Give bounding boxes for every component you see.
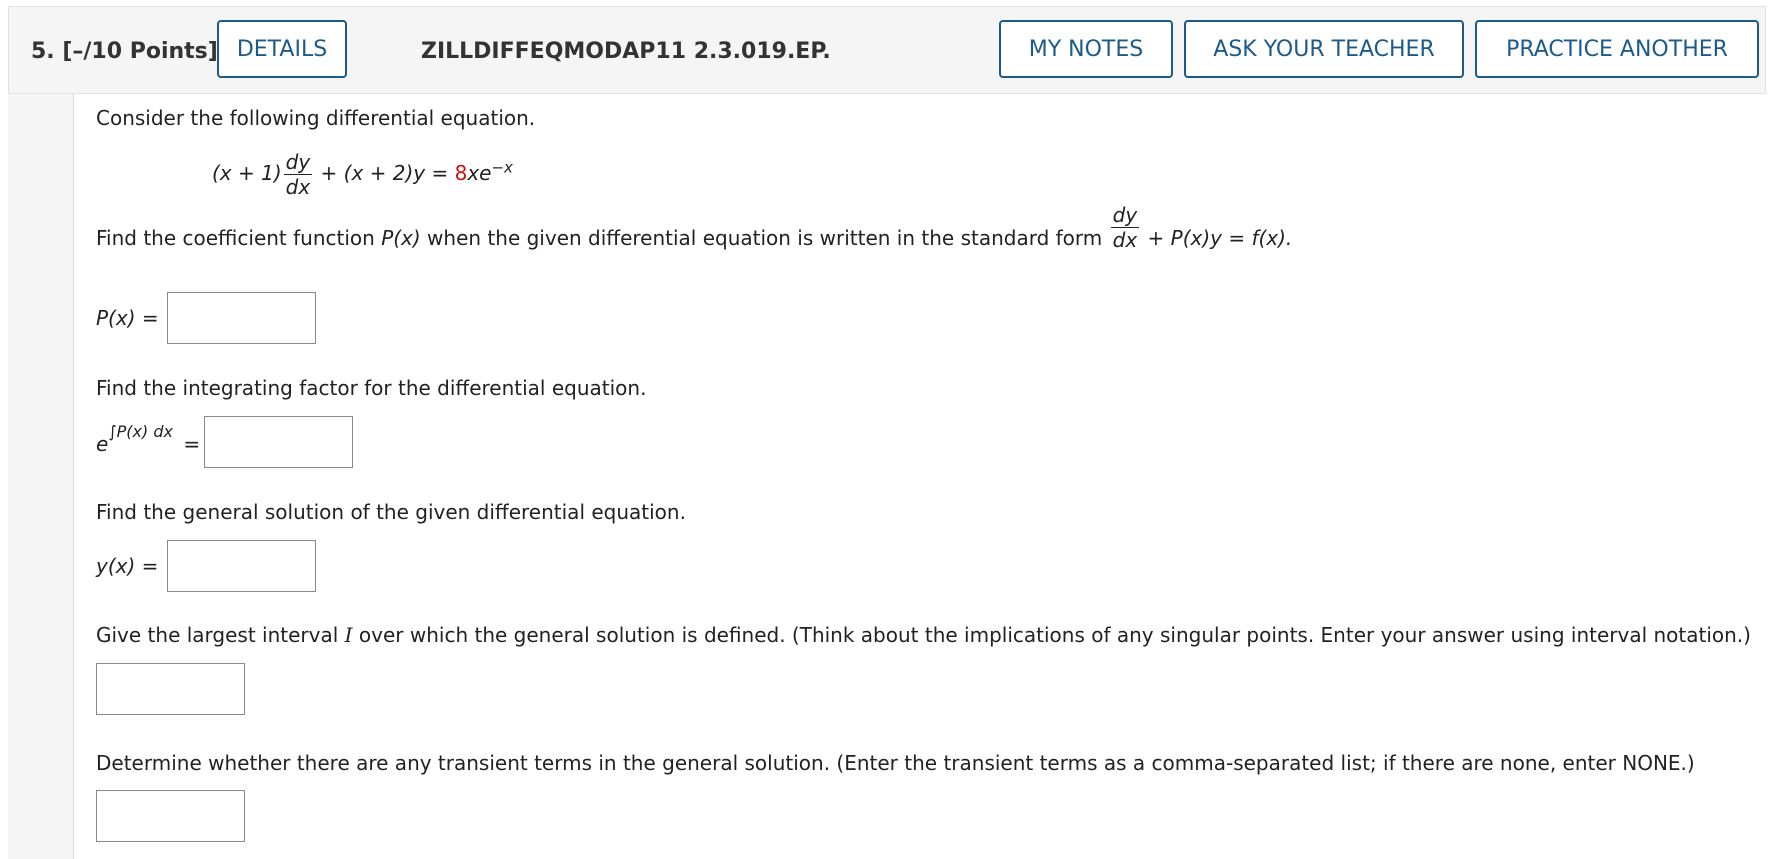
part4-prompt: Give the largest interval I over which t…: [96, 623, 1751, 647]
interval-input[interactable]: [96, 663, 245, 715]
integrating-factor-equals: =: [183, 432, 201, 456]
general-solution-input[interactable]: [167, 540, 316, 592]
standard-form-dy: dy: [1110, 203, 1140, 228]
transient-terms-input[interactable]: [96, 790, 245, 842]
part4-prompt-after: over which the general solution is defin…: [352, 623, 1751, 647]
equation-rhs: xe: [467, 161, 492, 185]
question-header: 5. [–/10 Points] DETAILS ZILLDIFFEQMODAP…: [8, 6, 1766, 94]
integrating-factor-base: e: [96, 432, 109, 456]
equation-coefficient: 8: [454, 161, 468, 185]
part5-prompt: Determine whether there are any transien…: [96, 751, 1695, 775]
points-label: [–/10 Points]: [62, 39, 218, 64]
ask-your-teacher-button[interactable]: ASK YOUR TEACHER: [1184, 20, 1464, 78]
general-solution-label: y(x) =: [96, 554, 159, 578]
question-sidebar: [8, 94, 74, 859]
px-answer-input[interactable]: [167, 292, 316, 344]
part4-prompt-before: Give the largest interval: [96, 623, 345, 647]
standard-form-dx: dx: [1112, 228, 1138, 252]
equation-derivative: dy dx: [283, 150, 313, 199]
equation-middle: + (x + 2)y =: [314, 161, 455, 185]
part1-prompt-after: when the given differential equation is …: [420, 226, 1109, 250]
my-notes-button[interactable]: MY NOTES: [999, 20, 1173, 78]
part1-prompt-before: Find the coefficient function: [96, 226, 382, 250]
integrating-factor-exponent: ∫P(x) dx: [108, 422, 173, 441]
question-number: 5.: [31, 39, 55, 64]
equation-exponent: −x: [491, 158, 513, 177]
interval-variable: I: [344, 623, 353, 647]
part1-prompt-px: P(x): [381, 226, 421, 250]
integrating-factor-input[interactable]: [204, 416, 353, 468]
part2-prompt: Find the integrating factor for the diff…: [96, 376, 647, 400]
integrating-factor-label: e∫P(x) dx =: [96, 418, 200, 456]
px-label: P(x) =: [96, 306, 159, 330]
equation-dy: dy: [283, 150, 313, 175]
intro-text: Consider the following differential equa…: [96, 106, 536, 130]
differential-equation: (x + 1) dy dx + (x + 2)y = 8xe−x: [212, 150, 513, 199]
standard-form-rest: + P(x)y = f(x).: [1141, 226, 1293, 250]
problem-code: ZILLDIFFEQMODAP11 2.3.019.EP.: [421, 39, 831, 64]
details-button[interactable]: DETAILS: [217, 20, 347, 78]
question-number-points: 5. [–/10 Points]: [31, 39, 218, 64]
equation-lhs-factor: (x + 1): [212, 161, 282, 185]
standard-form-derivative: dy dx: [1110, 203, 1140, 252]
equation-dx: dx: [285, 175, 311, 199]
part3-prompt: Find the general solution of the given d…: [96, 500, 686, 524]
practice-another-button[interactable]: PRACTICE ANOTHER: [1475, 20, 1759, 78]
part1-prompt: Find the coefficient function P(x) when …: [96, 203, 1293, 252]
